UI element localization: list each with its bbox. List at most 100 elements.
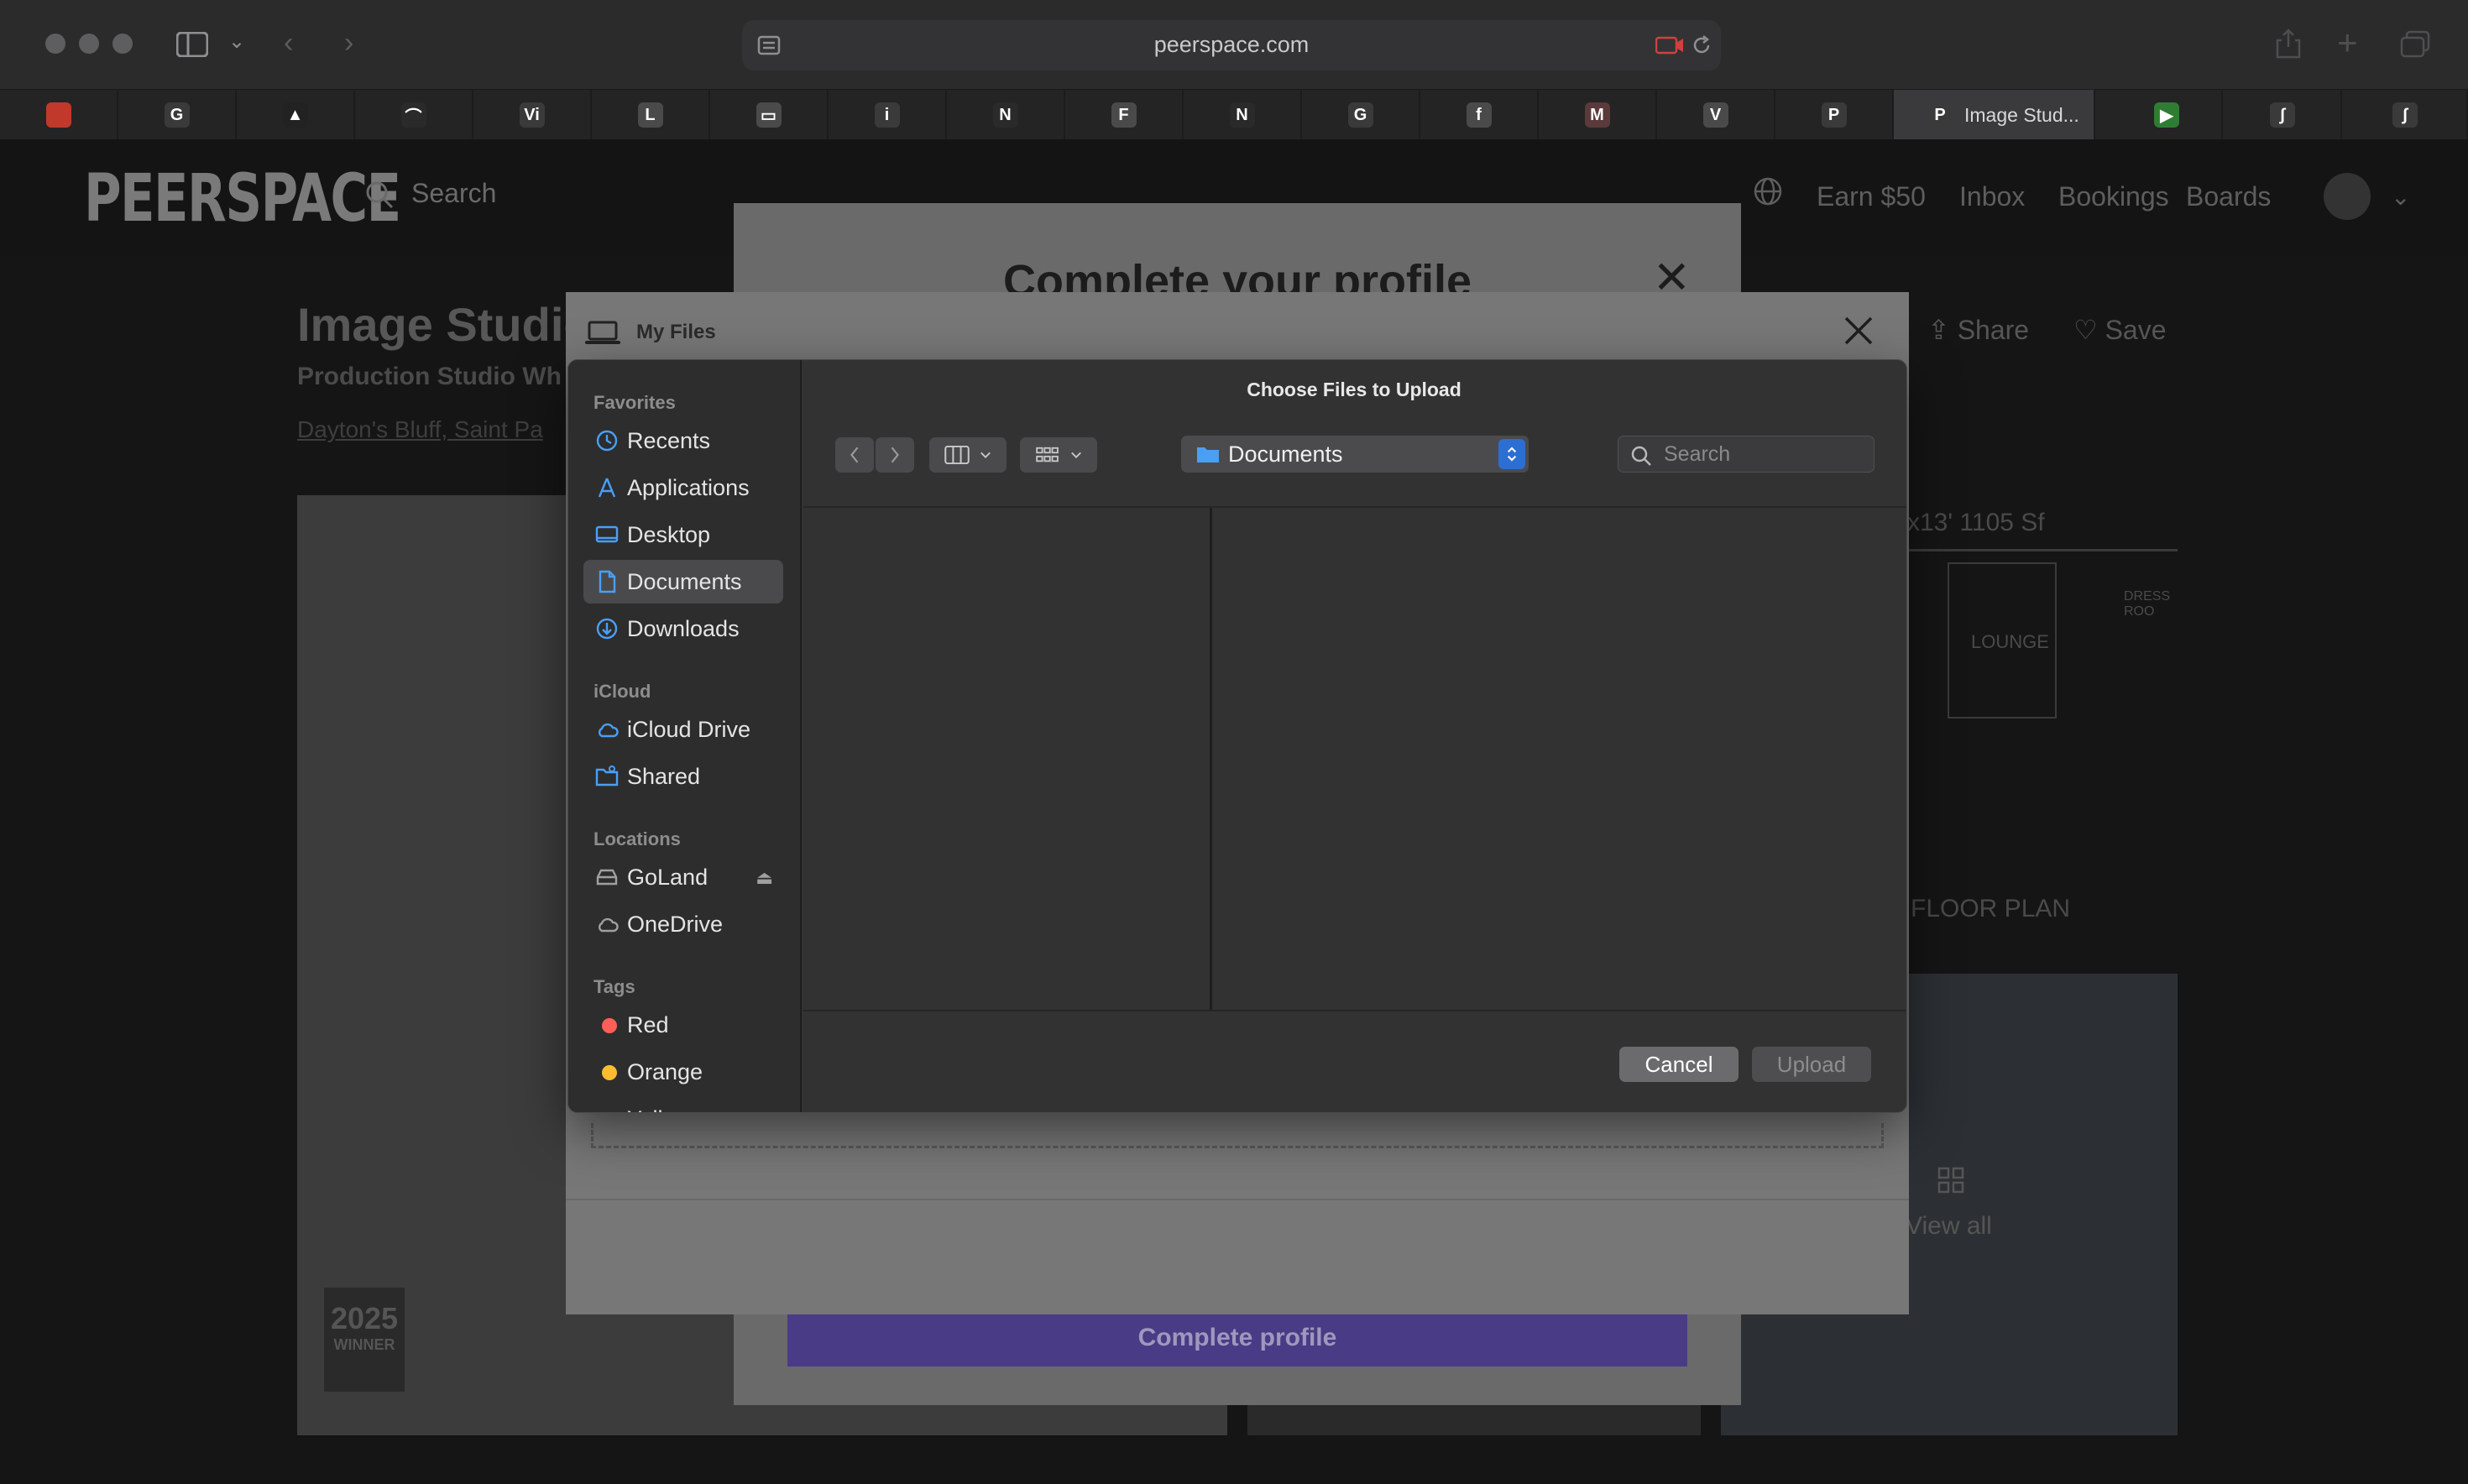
sidebar-item-label: Red <box>627 1011 669 1037</box>
browser-tab[interactable]: Vi <box>473 90 592 140</box>
column-divider[interactable] <box>1210 508 1212 1010</box>
sidebar-item-red[interactable]: Red <box>583 1003 783 1047</box>
upload-button[interactable]: Upload <box>1752 1047 1871 1082</box>
m-favicon: M <box>1584 102 1610 128</box>
sidebar-item-recents[interactable]: Recents <box>583 419 783 462</box>
browser-tab[interactable]: ▲ <box>237 90 355 140</box>
browser-tab[interactable]: V <box>1657 90 1775 140</box>
new-tab-icon[interactable]: + <box>2337 25 2358 60</box>
sidebar-item-shared[interactable]: Shared <box>583 755 783 798</box>
sidebar-item-label: Desktop <box>627 521 711 547</box>
forward-button[interactable] <box>876 437 914 473</box>
sidebar-toggle-icon[interactable] <box>176 32 208 57</box>
back-arrow-icon[interactable]: ‹ <box>284 29 293 57</box>
browser-tab[interactable]: P <box>1775 90 1894 140</box>
group-view-button[interactable] <box>1020 437 1097 473</box>
search-icon <box>366 181 394 209</box>
browser-tab[interactable]: G <box>118 90 237 140</box>
back-button[interactable] <box>835 437 874 473</box>
sidebar-item-icloud-drive[interactable]: iCloud Drive <box>583 708 783 751</box>
p-favicon: P <box>1927 102 1953 128</box>
listing-subtitle: Production Studio Wh <box>297 363 562 390</box>
browser-tab[interactable]: F <box>1065 90 1184 140</box>
chevron-down-icon <box>1071 452 1081 458</box>
tab-overview-icon[interactable] <box>2399 30 2431 59</box>
browser-tab-active[interactable]: P Image Stud... <box>1894 90 2095 140</box>
site-search[interactable]: Search <box>411 178 496 209</box>
plan-dimensions: x13' 1105 Sf <box>1907 509 2045 536</box>
browser-tab[interactable]: G <box>1302 90 1420 140</box>
complete-profile-button[interactable]: Complete profile <box>787 1309 1687 1366</box>
n-gold-favicon: N <box>992 102 1018 128</box>
forward-arrow-icon[interactable]: › <box>344 29 353 57</box>
sidebar-item-label: GoLand <box>627 864 709 890</box>
reload-icon[interactable] <box>1691 34 1712 56</box>
browser-tab[interactable]: i <box>829 90 947 140</box>
listing-location[interactable]: Dayton's Bluff, Saint Pa <box>297 416 543 443</box>
red-square-favicon <box>45 102 71 128</box>
close-window-button[interactable] <box>45 34 65 54</box>
browser-tab[interactable]: N <box>947 90 1065 140</box>
avatar[interactable] <box>2324 173 2371 220</box>
sidebar-item-applications[interactable]: Applications <box>583 466 783 509</box>
plan-line <box>1907 549 2178 551</box>
sidebar-item-desktop[interactable]: Desktop <box>583 513 783 556</box>
browser-tab[interactable]: f <box>1420 90 1539 140</box>
tag-color-dot <box>602 1112 617 1113</box>
browser-tab[interactable]: ▭ <box>710 90 829 140</box>
search-input[interactable] <box>1664 442 1865 467</box>
dialog-title: Choose Files to Upload <box>1247 379 1461 400</box>
close-icon[interactable] <box>1842 314 1875 347</box>
globe-icon[interactable] <box>1753 176 1783 206</box>
zoom-window-button[interactable] <box>112 34 133 54</box>
sidebar-item-documents[interactable]: Documents <box>583 560 783 604</box>
sidebar-item-onedrive[interactable]: OneDrive <box>583 902 783 946</box>
applications-icon <box>598 478 616 498</box>
save-link[interactable]: ♡ Save <box>2073 314 2167 346</box>
sidebar-item-orange[interactable]: Orange <box>583 1050 783 1094</box>
share-icon[interactable] <box>2275 29 2302 59</box>
address-bar[interactable]: peerspace.com <box>742 20 1721 71</box>
nav-inbox[interactable]: Inbox <box>1959 181 2025 212</box>
chevron-down-icon[interactable]: ⌄ <box>2391 183 2410 211</box>
sidebar-item-goland[interactable]: GoLand ⏏ <box>583 855 783 899</box>
location-popup[interactable]: Documents <box>1181 436 1529 473</box>
drop-zone[interactable] <box>591 1123 1884 1148</box>
badge-word: WINNER <box>333 1336 395 1353</box>
file-browser-columns[interactable] <box>803 506 1906 1011</box>
download-icon <box>596 618 618 640</box>
browser-tab[interactable]: ▶ <box>2112 90 2223 140</box>
sidebar-item-yellow[interactable]: Yellow <box>583 1097 783 1113</box>
browser-tab[interactable]: M <box>1539 90 1657 140</box>
sidebar-item-downloads[interactable]: Downloads <box>583 607 783 651</box>
tag-color-dot <box>602 1065 617 1080</box>
peerspace-logo[interactable]: PEERSPACE <box>84 161 401 237</box>
share-link[interactable]: ⇪ Share <box>1927 314 2029 346</box>
cancel-button[interactable]: Cancel <box>1619 1047 1739 1082</box>
listing-title: Image Studio <box>297 298 593 351</box>
sidebar-section-header: Favorites <box>593 392 676 413</box>
browser-tab[interactable]: ⌒ <box>355 90 473 140</box>
browser-tab[interactable]: ∫ <box>2225 90 2342 140</box>
minimize-window-button[interactable] <box>79 34 99 54</box>
browser-titlebar: ⌄ ‹ › peerspace.com + <box>0 0 2468 89</box>
location-popup-label: Documents <box>1228 441 1343 467</box>
browser-tab[interactable]: N <box>1184 90 1302 140</box>
finder-search-field[interactable] <box>1618 436 1875 473</box>
eject-icon[interactable]: ⏏ <box>756 867 773 889</box>
chevron-down-icon[interactable]: ⌄ <box>228 32 245 52</box>
nav-bookings[interactable]: Bookings <box>2058 181 2169 212</box>
chevron-left-icon <box>850 447 859 463</box>
active-tab-title: Image Stud... <box>1964 103 2079 126</box>
column-view-button[interactable] <box>929 437 1007 473</box>
view-all-label[interactable]: View all <box>1906 1212 1992 1241</box>
save-label: Save <box>2105 315 2167 345</box>
nav-earn[interactable]: Earn $50 <box>1817 181 1926 212</box>
browser-tab[interactable] <box>0 90 118 140</box>
my-files-title: My Files <box>636 321 716 343</box>
info-favicon: i <box>874 102 900 128</box>
browser-tab[interactable]: ∫ <box>2344 90 2468 140</box>
camera-recording-icon[interactable] <box>1655 35 1684 55</box>
browser-tab[interactable]: L <box>592 90 710 140</box>
nav-boards[interactable]: Boards <box>2186 181 2271 212</box>
